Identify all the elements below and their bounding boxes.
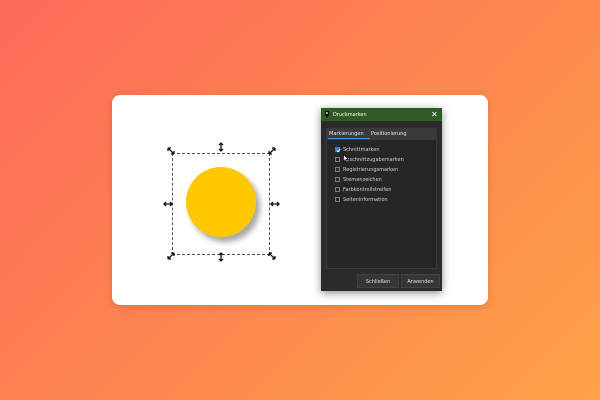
app-icon bbox=[324, 111, 330, 118]
option-label: Seiteninformation bbox=[343, 197, 388, 203]
yellow-circle-shape[interactable] bbox=[186, 167, 256, 237]
dialog-titlebar[interactable]: Druckmarken ✕ bbox=[321, 108, 442, 121]
resize-handle-sw[interactable] bbox=[166, 251, 176, 261]
mouse-cursor-icon bbox=[343, 148, 349, 163]
checkbox-farbkontrollstreifen[interactable] bbox=[335, 187, 340, 192]
option-beschnittzugabemarken[interactable]: Beschnittzugabemarken bbox=[335, 156, 435, 164]
dialog-title: Druckmarken bbox=[333, 112, 367, 118]
checkbox-schnittmarken[interactable] bbox=[335, 147, 341, 153]
check-icon bbox=[336, 148, 341, 153]
checkbox-seiteninformation[interactable] bbox=[335, 197, 340, 202]
checkbox-sternenzeichen[interactable] bbox=[335, 177, 340, 182]
apply-button[interactable]: Anwenden bbox=[401, 274, 440, 288]
checkbox-beschnittzugabemarken[interactable] bbox=[335, 157, 340, 162]
resize-handle-w[interactable] bbox=[163, 199, 173, 209]
close-icon[interactable]: ✕ bbox=[431, 110, 438, 119]
option-label: Beschnittzugabemarken bbox=[343, 157, 404, 163]
resize-handle-n[interactable] bbox=[216, 142, 226, 152]
option-seiteninformation[interactable]: Seiteninformation bbox=[335, 196, 435, 204]
option-label: Farbkontrollstreifen bbox=[343, 187, 392, 193]
resize-handle-ne[interactable] bbox=[267, 146, 277, 156]
option-label: Registrierungsmarken bbox=[343, 167, 399, 173]
tab-positionierung[interactable]: Positionierung bbox=[371, 131, 407, 137]
resize-handle-se[interactable] bbox=[267, 251, 277, 261]
resize-handle-s[interactable] bbox=[216, 252, 226, 262]
option-schnittmarken[interactable]: Schnittmarken bbox=[335, 146, 435, 154]
option-sternenzeichen[interactable]: Sternenzeichen bbox=[335, 176, 435, 184]
tab-markierungen[interactable]: Markierungen bbox=[329, 131, 364, 137]
option-label: Sternenzeichen bbox=[343, 177, 382, 183]
checkbox-registrierungsmarken[interactable] bbox=[335, 167, 340, 172]
resize-handle-nw[interactable] bbox=[166, 146, 176, 156]
option-registrierungsmarken[interactable]: Registrierungsmarken bbox=[335, 166, 435, 174]
tab-strip: Markierungen Positionierung bbox=[326, 128, 437, 139]
resize-handle-e[interactable] bbox=[270, 199, 280, 209]
option-farbkontrollstreifen[interactable]: Farbkontrollstreifen bbox=[335, 186, 435, 194]
close-button[interactable]: Schließen bbox=[357, 274, 399, 288]
